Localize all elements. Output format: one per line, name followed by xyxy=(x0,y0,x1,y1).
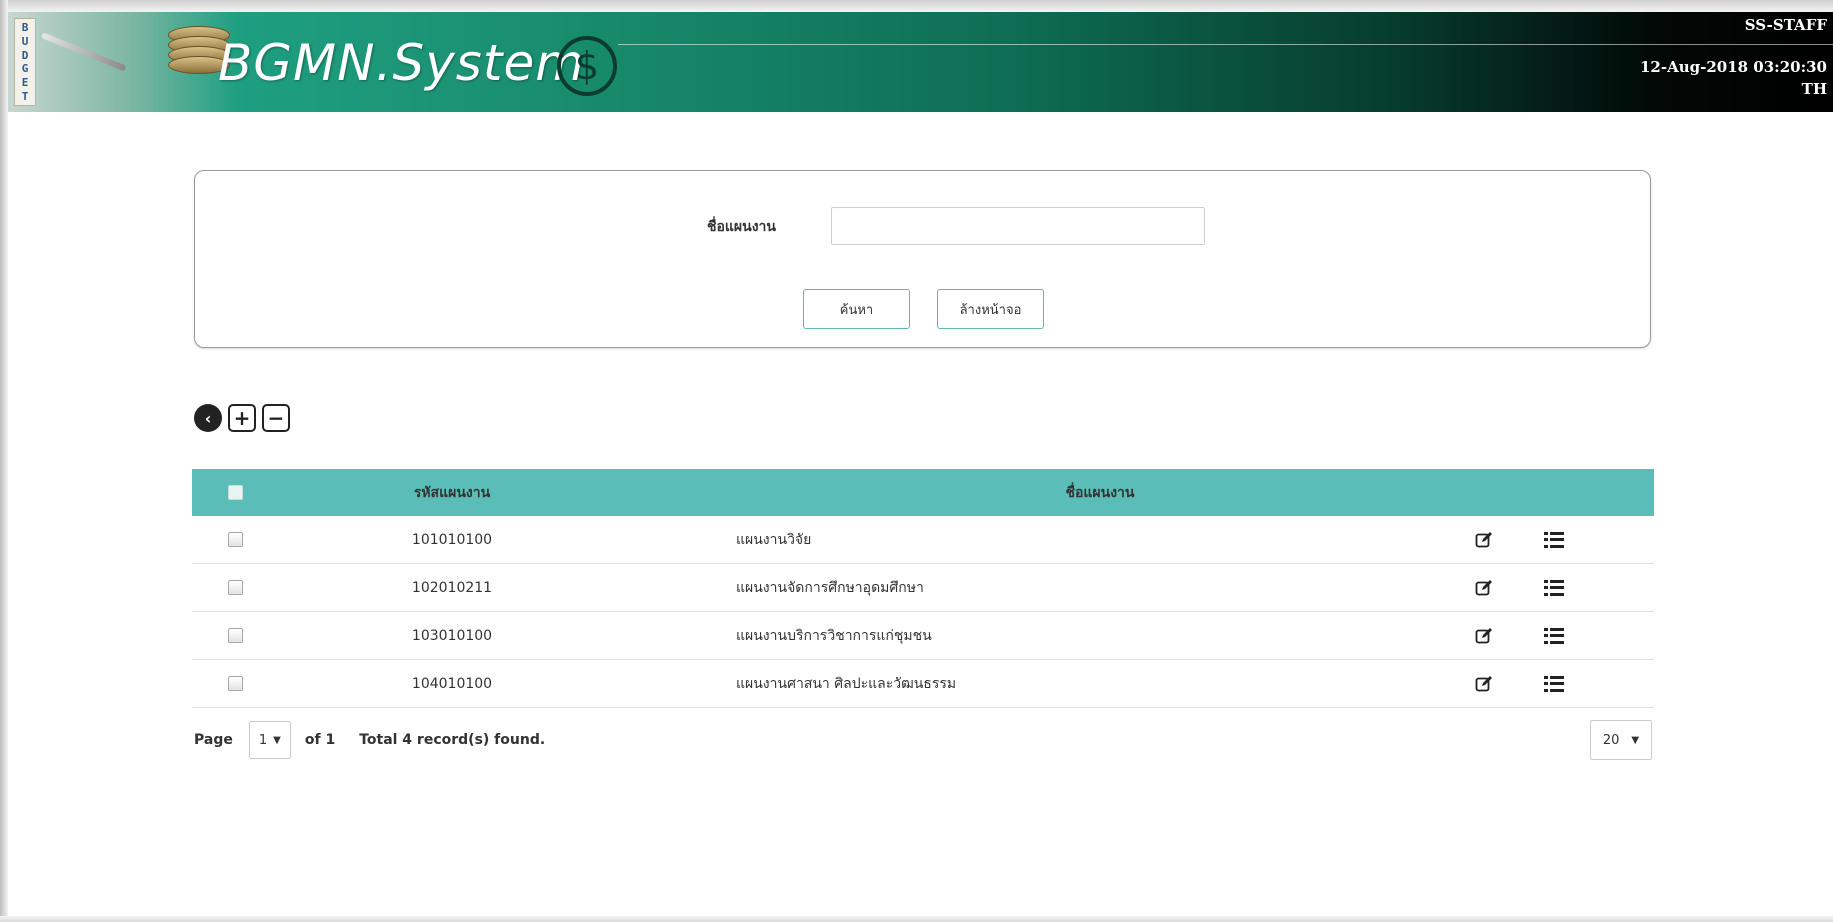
row-checkbox[interactable] xyxy=(227,628,243,643)
back-icon[interactable]: ‹ xyxy=(194,404,222,432)
edit-icon[interactable] xyxy=(1475,531,1493,549)
user-name[interactable]: SS-STAFF xyxy=(1745,16,1827,34)
page-label: Page xyxy=(194,732,233,748)
chevron-down-icon: ▼ xyxy=(1631,734,1640,746)
dollar-icon: $ xyxy=(557,36,617,96)
record-count: Total 4 record(s) found. xyxy=(359,732,546,748)
row-name: แผนงานศาสนา ศิลปะและวัฒนธรรม xyxy=(736,675,957,692)
current-page: 1 xyxy=(258,732,268,748)
select-all-checkbox[interactable] xyxy=(227,485,243,500)
budget-letter: U xyxy=(21,34,29,48)
search-input[interactable] xyxy=(831,207,1205,245)
current-datetime: 12-Aug-2018 03:20:30 xyxy=(1639,58,1827,76)
detail-list-icon[interactable] xyxy=(1544,579,1564,596)
page-size-select[interactable]: 20 ▼ xyxy=(1590,720,1652,760)
window-frame-bottom xyxy=(0,916,1833,922)
pen-decoration xyxy=(40,32,127,72)
row-code: 101010100 xyxy=(411,531,493,548)
table-header: รหัสแผนงาน ชื่อแผนงาน xyxy=(192,469,1654,516)
row-name: แผนงานวิจัย xyxy=(736,531,812,548)
row-code: 102010211 xyxy=(411,579,493,596)
row-checkbox[interactable] xyxy=(227,676,243,691)
header-divider xyxy=(618,44,1833,45)
table-row: 102010211 แผนงานจัดการศึกษาอุดมศึกษา xyxy=(192,564,1654,612)
detail-list-icon[interactable] xyxy=(1544,531,1564,548)
edit-icon[interactable] xyxy=(1475,675,1493,693)
budget-logo-tag: B U D G E T xyxy=(14,18,36,106)
budget-letter: T xyxy=(21,89,29,103)
budget-letter: D xyxy=(21,48,29,62)
budget-letter: B xyxy=(21,21,29,35)
row-code: 104010100 xyxy=(411,675,493,692)
window-frame-left xyxy=(0,0,8,922)
budget-letter: E xyxy=(21,75,29,89)
add-icon[interactable]: + xyxy=(228,404,256,432)
row-checkbox[interactable] xyxy=(227,580,243,595)
clear-button[interactable]: ล้างหน้าจอ xyxy=(937,289,1044,329)
table-row: 101010100 แผนงานวิจัย xyxy=(192,516,1654,564)
page-count: of 1 xyxy=(304,732,336,748)
search-field-label: ชื่อแผนงาน xyxy=(707,219,776,235)
app-header: B U D G E T BGMN.System $ SS-STAFF 12-Au… xyxy=(8,12,1833,112)
remove-icon[interactable]: − xyxy=(262,404,290,432)
plan-table: รหัสแผนงาน ชื่อแผนงาน 101010100 แผนงานวิ… xyxy=(192,469,1654,708)
language-switch[interactable]: TH xyxy=(1802,80,1827,98)
window-frame-top xyxy=(0,0,1833,12)
column-header-name[interactable]: ชื่อแผนงาน xyxy=(626,482,1654,504)
select-all-cell xyxy=(192,485,278,500)
column-header-code[interactable]: รหัสแผนงาน xyxy=(278,482,626,504)
pagination-bar: Page 1 ▼ of 1 Total 4 record(s) found. 2… xyxy=(194,720,1652,760)
edit-icon[interactable] xyxy=(1475,579,1493,597)
row-name: แผนงานบริการวิชาการแก่ชุมชน xyxy=(736,627,932,644)
table-row: 103010100 แผนงานบริการวิชาการแก่ชุมชน xyxy=(192,612,1654,660)
page-size-value: 20 xyxy=(1602,732,1620,748)
row-name: แผนงานจัดการศึกษาอุดมศึกษา xyxy=(736,579,924,596)
brand-title: BGMN.System xyxy=(218,34,585,92)
table-row: 104010100 แผนงานศาสนา ศิลปะและวัฒนธรรม xyxy=(192,660,1654,708)
edit-icon[interactable] xyxy=(1475,627,1493,645)
toolbar: ‹ + − xyxy=(194,404,290,434)
row-code: 103010100 xyxy=(411,627,493,644)
search-panel: ชื่อแผนงาน ค้นหา ล้างหน้าจอ xyxy=(194,170,1651,348)
search-button[interactable]: ค้นหา xyxy=(803,289,910,329)
chevron-down-icon: ▼ xyxy=(273,734,281,746)
page-number-select[interactable]: 1 ▼ xyxy=(248,721,291,759)
detail-list-icon[interactable] xyxy=(1544,627,1564,644)
row-checkbox[interactable] xyxy=(227,532,243,547)
detail-list-icon[interactable] xyxy=(1544,675,1564,692)
budget-letter: G xyxy=(21,62,29,76)
